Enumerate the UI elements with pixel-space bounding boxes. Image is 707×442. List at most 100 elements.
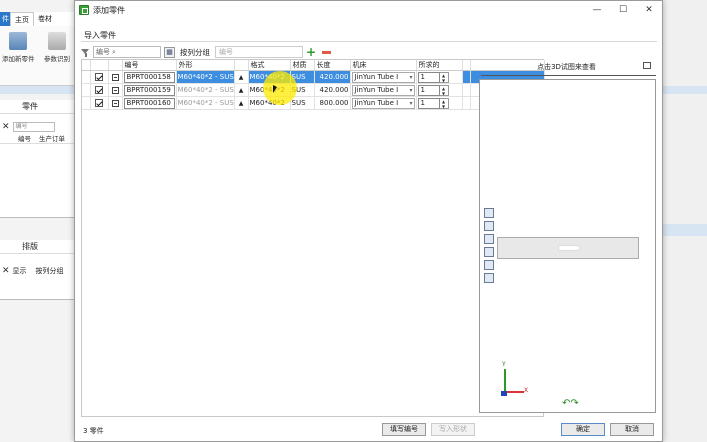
axis-z (501, 391, 507, 396)
view-iso-icon[interactable] (484, 247, 494, 257)
cell-shape[interactable]: M60*40*2 - SUS (176, 70, 235, 84)
row-checkbox-cell[interactable] (90, 83, 109, 97)
spin-icon[interactable]: ▲ ▼ (439, 84, 449, 96)
cell-qty[interactable]: 1 ▲ ▼ (416, 70, 463, 84)
row-checkbox[interactable] (95, 73, 103, 81)
row-checkbox-cell[interactable] (90, 70, 109, 84)
bg-file-tab[interactable]: 件 (0, 12, 10, 26)
view-top-icon[interactable] (484, 221, 494, 231)
fill-number-button[interactable]: 填写编号 (382, 423, 426, 436)
filter-input[interactable]: 编号 (215, 46, 303, 58)
view-reset-icon[interactable] (484, 273, 494, 283)
cancel-button[interactable]: 取消 (610, 423, 654, 436)
group-by-column-button[interactable]: 按列分组 (178, 47, 212, 58)
part-icon (111, 73, 119, 81)
dialog-titlebar[interactable]: 添加零件 — ☐ ✕ (75, 1, 662, 19)
bg-group-label[interactable]: 按列分组 (36, 266, 64, 276)
row-icon-cell (108, 70, 123, 84)
bg-add-part-button[interactable]: 添加新零件 (2, 32, 35, 63)
cell-machine[interactable]: JinYun Tube I ▾ (350, 70, 417, 84)
cell-shape[interactable]: M60*40*2 - SUS (176, 96, 235, 110)
machine-select[interactable]: JinYun Tube I ▾ (351, 97, 415, 109)
cell-machine[interactable]: JinYun Tube I ▾ (350, 83, 417, 97)
cell-length[interactable]: 800.000 (314, 96, 351, 110)
cell-id[interactable]: BPRT000158 (122, 70, 177, 84)
table-toolbar: 编号 ⌕ ▦ 按列分组 编号 + (81, 45, 332, 59)
cell-length[interactable]: 420.000 (314, 83, 351, 97)
part-icon (111, 86, 119, 94)
close-icon[interactable]: ✕ (2, 266, 10, 276)
machine-select[interactable]: JinYun Tube I ▾ (351, 71, 415, 83)
import-shape-button[interactable]: 写入形状 (431, 423, 475, 436)
row-checkbox-cell[interactable] (90, 96, 109, 110)
cell-format[interactable]: M60*40*2 (248, 70, 291, 84)
expand-icon[interactable] (643, 62, 651, 69)
header-material[interactable]: 材质 (290, 60, 315, 71)
rotate-icon[interactable]: ↶↷ (562, 398, 579, 409)
header-shape[interactable]: 外形 (176, 60, 235, 71)
bg-tab-home[interactable]: 主页 (10, 12, 34, 26)
search-icon: ⌕ (112, 48, 116, 56)
shape-expand-icon[interactable]: ▲ (234, 83, 249, 97)
bg-param-button[interactable]: 参数识别 (44, 32, 70, 63)
axis-y (504, 369, 506, 393)
cell-material[interactable]: SUS (290, 96, 315, 110)
row-spacer (462, 96, 471, 110)
machine-select[interactable]: JinYun Tube I ▾ (351, 84, 415, 96)
cell-material[interactable]: SUS (290, 83, 315, 97)
shape-expand-icon[interactable]: ▲ (234, 96, 249, 110)
table-row[interactable]: BPRT000160 M60*40*2 - SUS ▲ M60*40*2 SUS… (82, 96, 545, 110)
cell-format[interactable]: M60*40*2 (248, 83, 291, 97)
qty-value[interactable]: 1 (417, 71, 440, 83)
cell-material[interactable]: SUS (290, 70, 315, 84)
close-button[interactable]: ✕ (636, 1, 662, 19)
spin-icon[interactable]: ▲ ▼ (439, 97, 449, 109)
header-format[interactable]: 格式 (248, 60, 291, 71)
header-cell (462, 60, 471, 71)
cell-id[interactable]: BPRT000160 (122, 96, 177, 110)
column-chooser-icon[interactable]: ▦ (164, 46, 175, 58)
view-side-icon[interactable] (484, 260, 494, 270)
spin-icon[interactable]: ▲ ▼ (439, 71, 449, 83)
cell-format[interactable]: M60*40*2 (248, 96, 291, 110)
qty-value[interactable]: 1 (417, 97, 440, 109)
table-row[interactable]: BPRT000158 M60*40*2 - SUS ▲ M60*40*2 SUS… (82, 70, 545, 84)
cell-length[interactable]: 420.000 (314, 70, 351, 84)
dialog-title: 添加零件 (93, 5, 125, 15)
header-machine[interactable]: 机床 (350, 60, 417, 71)
maximize-button[interactable]: ☐ (610, 1, 636, 19)
shape-expand-icon[interactable]: ▲ (234, 70, 249, 84)
3d-viewer[interactable]: Y X ↶↷ (479, 79, 656, 413)
part-shape: M60*40*2 - SUS (177, 99, 234, 107)
bg-show-label[interactable]: 显示 (13, 266, 27, 276)
close-icon[interactable]: ✕ (2, 122, 10, 132)
cell-qty[interactable]: 1 ▲ ▼ (416, 83, 463, 97)
header-qty[interactable]: 所求的 (416, 60, 463, 71)
header-id[interactable]: 编号 (122, 60, 177, 71)
search-input[interactable]: 编号 ⌕ (93, 46, 161, 58)
view-front-icon[interactable] (484, 208, 494, 218)
table-header-row: 编号 外形 格式 材质 长度 机床 所求的 (82, 60, 545, 71)
bg-parts-search[interactable]: 编号 (12, 122, 55, 132)
cell-shape[interactable]: M60*40*2 - SUS (176, 83, 235, 97)
qty-value[interactable]: 1 (417, 84, 440, 96)
header-length[interactable]: 长度 (314, 60, 351, 71)
qty-stepper[interactable]: 1 ▲ ▼ (417, 84, 461, 96)
cell-qty[interactable]: 1 ▲ ▼ (416, 96, 463, 110)
add-row-icon[interactable]: + (306, 46, 316, 58)
cell-machine[interactable]: JinYun Tube I ▾ (350, 96, 417, 110)
row-checkbox[interactable] (95, 99, 103, 107)
row-spacer (462, 70, 471, 84)
bg-ribbon-tabs: 件 主页 卷材 (0, 12, 80, 26)
ok-button[interactable]: 确定 (561, 423, 605, 436)
qty-stepper[interactable]: 1 ▲ ▼ (417, 71, 461, 83)
zoom-icon[interactable] (484, 234, 494, 244)
table-row[interactable]: BPRT000159 M60*40*2 - SUS ▲ M60*40*2 SUS… (82, 83, 545, 97)
qty-stepper[interactable]: 1 ▲ ▼ (417, 97, 461, 109)
row-checkbox[interactable] (95, 86, 103, 94)
bg-tab-coil[interactable]: 卷材 (34, 12, 56, 26)
minimize-button[interactable]: — (584, 1, 610, 19)
remove-row-icon[interactable] (322, 50, 332, 54)
filter-icon[interactable] (81, 48, 90, 57)
cell-id[interactable]: BPRT000159 (122, 83, 177, 97)
